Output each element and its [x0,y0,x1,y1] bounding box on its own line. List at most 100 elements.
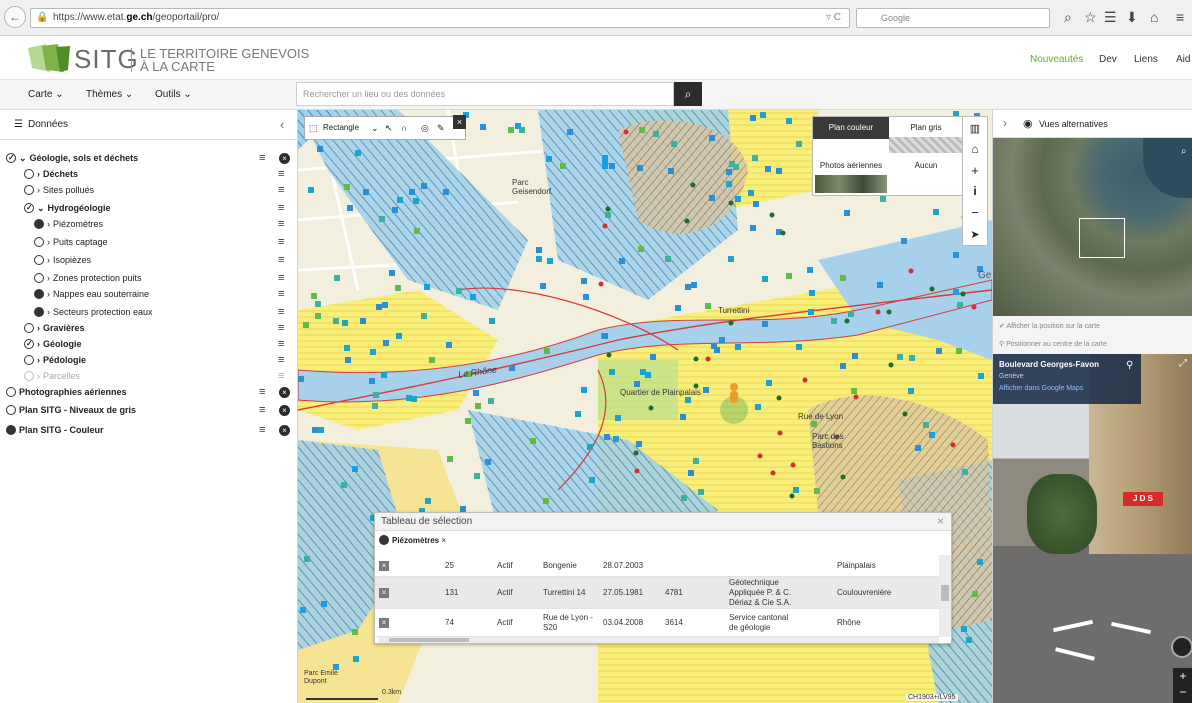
piezometer-marker[interactable] [421,313,427,319]
piezometer-marker[interactable] [615,415,621,421]
piezometer-marker[interactable] [392,207,398,213]
piezometer-marker[interactable] [602,333,608,339]
piezometer-marker[interactable] [344,184,350,190]
collapse-panel-icon[interactable]: ‹ [280,117,284,132]
basemap-aucun[interactable]: Aucun [889,155,963,175]
piezometer-marker[interactable] [966,637,972,643]
piezometer-marker[interactable] [685,284,691,290]
layer-menu-icon[interactable]: ≡ [278,252,284,268]
checked-icon[interactable]: ✓ [6,153,16,163]
layer-item[interactable]: › Gravières [24,320,85,336]
piezometer-marker[interactable] [382,302,388,308]
checked-icon[interactable] [6,425,16,435]
piezometer-marker[interactable] [844,210,850,216]
nav-arrow-icon[interactable] [1111,621,1151,635]
piezometer-marker[interactable] [709,135,715,141]
piezometer-marker[interactable] [341,482,347,488]
piezometer-marker[interactable] [396,333,402,339]
well-marker[interactable] [950,442,956,448]
well-marker[interactable] [790,462,796,468]
piezometer-marker[interactable] [909,355,915,361]
menu-carte[interactable]: Carte ⌄ [28,89,64,100]
well-marker[interactable] [693,356,699,362]
layer-item[interactable]: › Sites pollués [24,182,94,198]
piezometer-marker[interactable] [698,489,704,495]
piezometer-marker[interactable] [851,388,857,394]
browser-search-field[interactable]: Google [856,8,1050,28]
piezometer-marker[interactable] [474,473,480,479]
piezometer-marker[interactable] [766,380,772,386]
well-marker[interactable] [777,430,783,436]
basemap-photos[interactable]: Photos aériennes [813,155,889,175]
piezometer-marker[interactable] [379,216,385,222]
layer-menu-icon[interactable]: ≡ [278,320,284,336]
piezometer-marker[interactable] [675,305,681,311]
menu-themes[interactable]: Thèmes ⌄ [86,89,133,100]
unchecked-icon[interactable] [34,237,44,247]
locate-icon[interactable]: ➤ [963,225,987,245]
fullscreen-icon[interactable]: ⤢ [1179,358,1187,369]
layer-menu-icon[interactable]: ≡ [259,150,265,166]
piezometer-marker[interactable] [668,168,674,174]
magnet-icon[interactable]: ∩ [401,117,408,139]
piezometer-marker[interactable] [544,348,550,354]
overview-extent-box[interactable] [1079,218,1125,258]
close-icon[interactable]: × [937,514,944,528]
piezometer-marker[interactable] [691,282,697,288]
well-marker[interactable] [789,493,795,499]
piezometer-marker[interactable] [750,225,756,231]
piezometer-marker[interactable] [413,198,419,204]
piezometer-marker[interactable] [604,434,610,440]
piezometer-marker[interactable] [355,150,361,156]
piezometer-marker[interactable] [609,163,615,169]
piezometer-marker[interactable] [957,302,963,308]
layer-item[interactable]: › Pédologie [24,352,86,368]
piezometer-marker[interactable] [543,498,549,504]
well-marker[interactable] [802,377,808,383]
layer-item[interactable]: ✓ › Géologie [24,336,82,352]
piezometer-marker[interactable] [619,258,625,264]
chevron-right-icon[interactable]: › [37,185,40,195]
pointer-icon[interactable]: ↖ [385,117,393,139]
basemap-plan-gris[interactable]: Plan gris [889,117,963,139]
piezometer-marker[interactable] [383,340,389,346]
piezometer-marker[interactable] [395,285,401,291]
piezometer-marker[interactable] [953,252,959,258]
layer-menu-icon[interactable]: ≡ [278,352,284,368]
street-view[interactable]: J D S Boulevard Georges-Favon Genève Aff… [993,354,1192,703]
well-marker[interactable] [623,129,629,135]
piezometer-marker[interactable] [711,343,717,349]
well-marker[interactable] [757,453,763,459]
piezometer-marker[interactable] [645,372,651,378]
nav-arrow-icon[interactable] [1055,647,1095,661]
piezometer-marker[interactable] [796,141,802,147]
home-icon[interactable]: ⌂ [1150,9,1158,25]
unchecked-icon[interactable] [6,387,16,397]
piezometer-marker[interactable] [567,129,573,135]
menu-outils[interactable]: Outils ⌄ [155,89,192,100]
well-marker[interactable] [728,200,734,206]
piezometer-marker[interactable] [547,258,553,264]
piezometer-marker[interactable] [972,591,978,597]
piezometer-marker[interactable] [665,256,671,262]
piezometer-marker[interactable] [609,369,615,375]
piezometer-marker[interactable] [680,414,686,420]
piezometer-marker[interactable] [762,276,768,282]
well-marker[interactable] [908,268,914,274]
piezometer-marker[interactable] [560,163,566,169]
well-marker[interactable] [633,450,639,456]
piezometer-marker[interactable] [693,458,699,464]
unchecked-icon[interactable] [24,355,34,365]
well-marker[interactable] [634,468,640,474]
piezometer-marker[interactable] [840,275,846,281]
piezometer-marker[interactable] [809,290,815,296]
piezometer-marker[interactable] [485,459,491,465]
checked-icon[interactable]: ✓ [24,339,34,349]
layer-item[interactable]: › Déchets [24,166,78,182]
piezometer-marker[interactable] [880,196,886,202]
piezometer-marker[interactable] [811,421,817,427]
piezometer-marker[interactable] [488,398,494,404]
row-checkbox-icon[interactable]: × [379,618,389,628]
chevron-right-icon[interactable]: › [37,339,40,349]
layer-item[interactable]: Plan SITG - Niveaux de gris [6,402,136,418]
